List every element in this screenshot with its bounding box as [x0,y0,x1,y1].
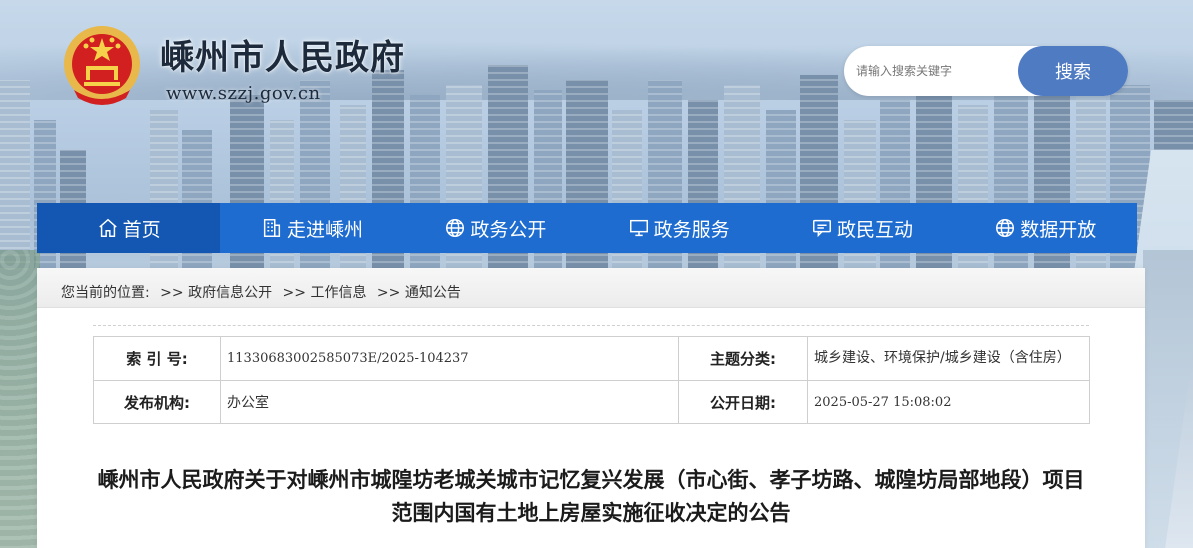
nav-item-home[interactable]: 首页 [37,203,221,253]
chat-icon [812,219,831,238]
nav-item-open-data[interactable]: 数据开放 [954,203,1137,253]
org-label: 发布机构: [93,380,221,424]
date-value: 2025-05-27 15:08:02 [807,380,1090,424]
site-title: 嵊州市人民政府 [160,38,405,78]
nav-item-interaction[interactable]: 政民互动 [770,203,953,253]
index-label: 索 引 号: [93,336,221,381]
topic-value: 城乡建设、环境保护/城乡建设（含住房） [807,336,1090,381]
breadcrumb: 您当前的位置: >> 政府信息公开 >> 工作信息 >> 通知公告 [37,268,1145,308]
search-button[interactable]: 搜索 [1018,46,1128,96]
divider [93,325,1089,326]
breadcrumb-work-info[interactable]: >> 工作信息 [283,285,367,301]
nav-item-label: 走进嵊州 [286,218,363,241]
trees-background [0,250,40,548]
nav-item-label: 政民互动 [836,218,913,241]
nav-item-gov-affairs-open[interactable]: 政务公开 [404,203,587,253]
breadcrumb-prefix: 您当前的位置: [61,285,150,301]
buildings-right-background [1143,250,1193,548]
nav-item-label: 数据开放 [1020,218,1097,241]
globe-icon [446,219,465,237]
nav-item-gov-services[interactable]: 政务服务 [587,203,770,253]
search-input[interactable] [856,60,1016,82]
org-value: 办公室 [220,380,679,424]
globe-icon [996,219,1015,237]
content-panel: 您当前的位置: >> 政府信息公开 >> 工作信息 >> 通知公告 索 引 号:… [37,268,1145,548]
national-emblem-logo [62,24,142,108]
article-title: 嵊州市人民政府关于对嵊州市城隍坊老城关城市记忆复兴发展（市心街、孝子坊路、城隍坊… [97,468,1085,525]
info-meta-table: 索 引 号: 11330683002585073E/2025-104237 主题… [93,336,1090,424]
search-box: 搜索 [844,46,1128,96]
nav-item-label: 政务公开 [470,218,547,241]
index-value: 11330683002585073E/2025-104237 [220,336,679,381]
home-icon [98,218,117,237]
site-url: www.szzj.gov.cn [166,83,321,104]
breadcrumb-gov-info[interactable]: >> 政府信息公开 [160,285,272,301]
nav-item-about-shengzhou[interactable]: 走进嵊州 [220,203,403,253]
building-icon [263,219,281,237]
main-nav: 首页 走进嵊州 政务公开 政务服务 政民互动 数据开放 [37,203,1137,253]
nav-item-label: 政务服务 [653,218,730,241]
monitor-icon [629,219,648,237]
nav-item-label: 首页 [122,218,161,241]
date-label: 公开日期: [678,380,808,424]
topic-label: 主题分类: [678,336,808,381]
breadcrumb-notices[interactable]: >> 通知公告 [377,285,461,301]
